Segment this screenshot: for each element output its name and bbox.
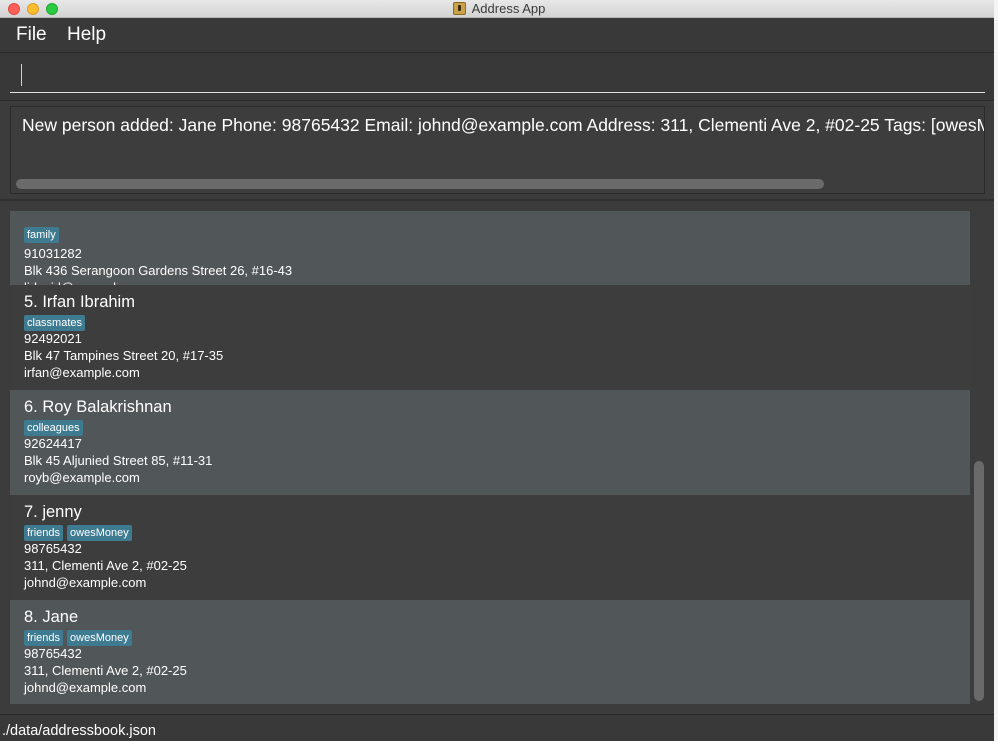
person-email: irfan@example.com [24, 365, 140, 380]
person-phone: 98765432 [24, 541, 82, 556]
window-title-area: Address App [0, 1, 998, 16]
tag: classmates [24, 315, 86, 331]
person-card[interactable]: 6. Roy Balakrishnan colleagues 92624417 … [10, 390, 970, 495]
tag: colleagues [24, 420, 83, 436]
tag-list: classmates [24, 315, 89, 331]
window-title: Address App [471, 1, 546, 16]
tag-list: family [24, 227, 63, 243]
result-message: New person added: Jane Phone: 98765432 E… [22, 115, 984, 135]
person-name: 7. jenny [24, 503, 82, 521]
tag: owesMoney [67, 630, 132, 646]
person-list[interactable]: family 91031282 Blk 436 Serangoon Garden… [10, 211, 970, 704]
menu-help[interactable]: Help [67, 24, 106, 46]
tag: friends [24, 630, 64, 646]
person-name: 8. Jane [24, 608, 79, 626]
window-edge [994, 0, 998, 741]
tag-list: colleagues [24, 420, 87, 436]
command-box [0, 53, 998, 101]
person-address: 311, Clementi Ave 2, #02-25 [24, 558, 187, 573]
menu-file[interactable]: File [16, 24, 47, 46]
title-bar: Address App [0, 0, 998, 18]
tag: owesMoney [67, 525, 132, 541]
person-name: 6. Roy Balakrishnan [24, 398, 172, 416]
menu-bar: File Help [0, 18, 998, 53]
person-phone: 91031282 [24, 246, 82, 261]
result-horizontal-scrollbar[interactable] [16, 179, 824, 189]
person-email: johnd@example.com [24, 680, 147, 695]
person-phone: 98765432 [24, 646, 82, 661]
divider [0, 199, 998, 201]
status-bar: ./data/addressbook.json [0, 714, 998, 741]
person-card[interactable]: 7. jenny friends owesMoney 98765432 311, … [10, 495, 970, 600]
save-location: ./data/addressbook.json [2, 723, 156, 739]
person-address: Blk 436 Serangoon Gardens Street 26, #16… [24, 263, 293, 278]
person-email: royb@example.com [24, 470, 140, 485]
address-book-icon [452, 2, 466, 15]
person-card[interactable]: 5. Irfan Ibrahim classmates 92492021 Blk… [10, 285, 970, 390]
person-phone: 92624417 [24, 436, 82, 451]
person-address: 311, Clementi Ave 2, #02-25 [24, 663, 187, 678]
person-phone: 92492021 [24, 331, 82, 346]
person-name: 5. Irfan Ibrahim [24, 293, 135, 311]
person-address: Blk 47 Tampines Street 20, #17-35 [24, 348, 224, 363]
tag: friends [24, 525, 64, 541]
person-email: johnd@example.com [24, 575, 147, 590]
person-card[interactable]: 8. Jane friends owesMoney 98765432 311, C… [10, 600, 970, 704]
tag-list: friends owesMoney [24, 630, 136, 646]
tag-list: friends owesMoney [24, 525, 136, 541]
text-caret [21, 64, 22, 86]
tag: family [24, 227, 59, 243]
person-address: Blk 45 Aljunied Street 85, #11-31 [24, 453, 213, 468]
result-display[interactable]: New person added: Jane Phone: 98765432 E… [10, 106, 985, 194]
command-input[interactable] [10, 62, 985, 93]
list-scrollbar-thumb[interactable] [974, 461, 984, 701]
